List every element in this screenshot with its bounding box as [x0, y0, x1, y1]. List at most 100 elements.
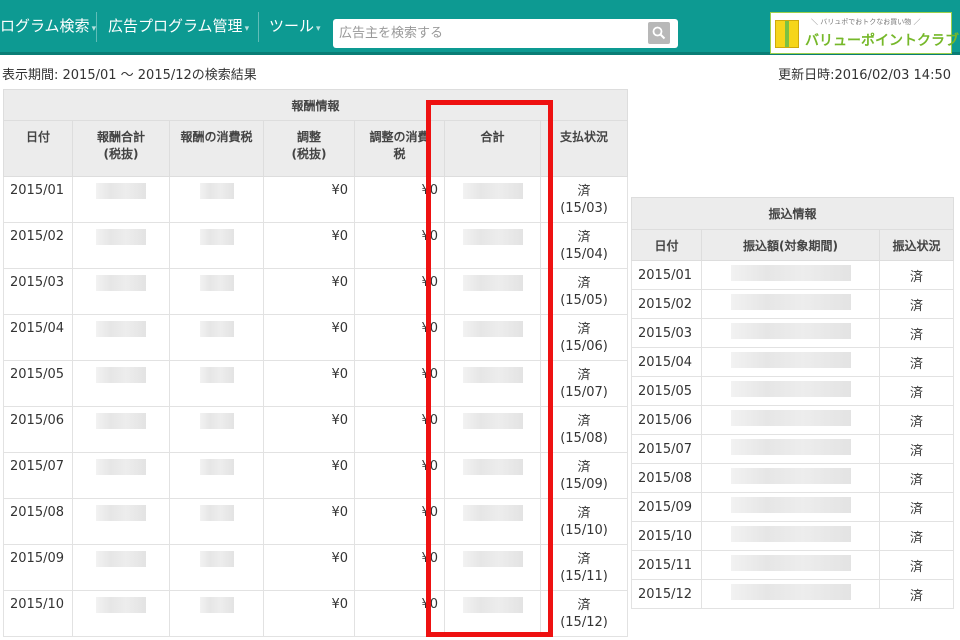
redacted-value: [199, 367, 234, 383]
redacted-value: [730, 468, 851, 484]
transfer-status-cell: 済: [878, 434, 955, 464]
reward-total-cell: [72, 268, 170, 315]
payment-date: (15/09): [560, 477, 608, 492]
nav-tools[interactable]: ツール ▾: [269, 0, 321, 52]
transfer-amount-cell: [701, 550, 880, 580]
redacted-value: [199, 275, 234, 291]
adjust-cell: ¥0: [263, 498, 355, 545]
transfer-status-cell: 済: [878, 376, 955, 406]
transfer-date-cell: 2015/08: [631, 463, 702, 493]
redacted-value: [730, 381, 851, 397]
reward-col-header: 調整 (税抜): [263, 120, 355, 177]
table-row: 2015/11 済: [631, 550, 955, 580]
reward-date-cell: 2015/06: [3, 406, 73, 453]
search-icon: [652, 26, 666, 40]
payment-status: 済: [577, 414, 591, 429]
nav-program-search[interactable]: ログラム検索 ▾: [0, 0, 96, 52]
chevron-down-icon: ▾: [316, 24, 321, 34]
reward-col-header: 報酬合計 (税抜): [72, 120, 170, 177]
redacted-value: [730, 352, 851, 368]
transfer-col-header: 振込額(対象期間): [701, 229, 880, 261]
reward-tax-cell: [169, 544, 264, 591]
reward-total-cell: [72, 406, 170, 453]
redacted-value: [199, 321, 234, 337]
transfer-amount-cell: [701, 521, 880, 551]
nav-tools-label: ツール: [269, 17, 315, 35]
payment-status: 済: [577, 368, 591, 383]
value-point-club-logo[interactable]: ＼ バリュポでおトクなお買い物 ／ バリューポイントクラブ: [770, 12, 959, 54]
reward-total-cell: [72, 360, 170, 407]
transfer-amount-cell: [701, 492, 880, 522]
adjust-cell: ¥0: [263, 590, 355, 637]
reward-tax-cell: [169, 590, 264, 637]
reward-col-header: 支払状況: [539, 120, 629, 177]
payment-date: (15/10): [560, 523, 608, 538]
nav-divider: [96, 12, 97, 42]
transfer-date-cell: 2015/04: [631, 347, 702, 377]
payment-status-cell: 済 (15/08): [539, 406, 629, 453]
transfer-status-cell: 済: [878, 347, 955, 377]
transfer-status-cell: 済: [878, 260, 955, 290]
search-button[interactable]: [648, 22, 670, 44]
reward-date-cell: 2015/10: [3, 590, 73, 637]
adjust-cell: ¥0: [263, 452, 355, 499]
payment-status-cell: 済 (15/09): [539, 452, 629, 499]
payment-status: 済: [577, 322, 591, 337]
payment-date: (15/11): [560, 569, 608, 584]
payment-status: 済: [577, 460, 591, 475]
payment-status: 済: [577, 506, 591, 521]
redacted-value: [96, 183, 146, 199]
reward-total-cell: [72, 590, 170, 637]
table-row: 2015/04 済: [631, 347, 955, 377]
advertiser-search-input[interactable]: [333, 19, 633, 48]
transfer-info-table: 振込情報 日付 振込額(対象期間) 振込状況 2015/01 済 2015/02 済 201…: [630, 197, 955, 609]
transfer-status-cell: 済: [878, 579, 955, 609]
redacted-value: [730, 555, 851, 571]
adjust-cell: ¥0: [263, 406, 355, 453]
payment-status: 済: [577, 276, 591, 291]
redacted-value: [96, 321, 146, 337]
table-row: 2015/09 済: [631, 492, 955, 522]
transfer-status-cell: 済: [878, 550, 955, 580]
transfer-date-cell: 2015/06: [631, 405, 702, 435]
payment-status-cell: 済 (15/04): [539, 222, 629, 269]
adjust-cell: ¥0: [263, 544, 355, 591]
reward-tax-cell: [169, 406, 264, 453]
redacted-value: [730, 584, 851, 600]
transfer-status-cell: 済: [878, 521, 955, 551]
reward-date-cell: 2015/09: [3, 544, 73, 591]
transfer-status-cell: 済: [878, 289, 955, 319]
reward-total-cell: [72, 452, 170, 499]
transfer-col-header: 日付: [631, 229, 702, 261]
transfer-amount-cell: [701, 405, 880, 435]
reward-tax-cell: [169, 314, 264, 361]
reward-total-cell: [72, 498, 170, 545]
payment-date: (15/06): [560, 339, 608, 354]
transfer-date-cell: 2015/07: [631, 434, 702, 464]
reward-date-cell: 2015/03: [3, 268, 73, 315]
redacted-value: [199, 505, 234, 521]
redacted-value: [96, 505, 146, 521]
redacted-value: [96, 367, 146, 383]
transfer-amount-cell: [701, 260, 880, 290]
transfer-amount-cell: [701, 579, 880, 609]
reward-total-cell: [72, 544, 170, 591]
payment-date: (15/04): [560, 247, 608, 262]
adjust-cell: ¥0: [263, 314, 355, 361]
redacted-value: [199, 597, 234, 613]
table-row: 2015/03 済: [631, 318, 955, 348]
transfer-date-cell: 2015/02: [631, 289, 702, 319]
nav-ad-program-manage[interactable]: 広告プログラム管理 ▾: [108, 0, 249, 52]
nav-ad-program-manage-label: 広告プログラム管理: [108, 17, 243, 35]
redacted-value: [96, 551, 146, 567]
reward-date-cell: 2015/05: [3, 360, 73, 407]
transfer-date-cell: 2015/10: [631, 521, 702, 551]
payment-status-cell: 済 (15/10): [539, 498, 629, 545]
transfer-status-cell: 済: [878, 492, 955, 522]
payment-date: (15/12): [560, 615, 608, 630]
reward-total-cell: [72, 176, 170, 223]
reward-tax-cell: [169, 222, 264, 269]
table-row: 2015/10 済: [631, 521, 955, 551]
payment-status-cell: 済 (15/03): [539, 176, 629, 223]
reward-date-cell: 2015/07: [3, 452, 73, 499]
